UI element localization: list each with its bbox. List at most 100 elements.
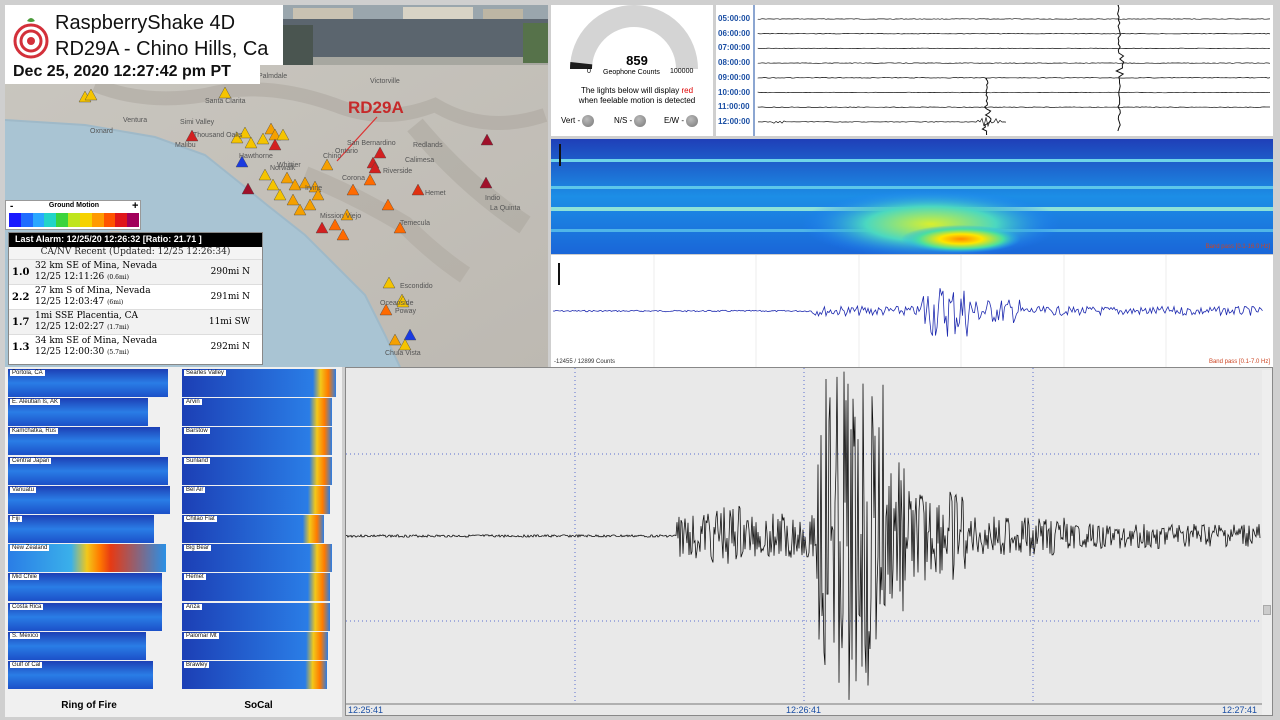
map-city-label: Corona xyxy=(342,175,365,182)
trace-band-label: Band pass [0.1-7.0 Hz] xyxy=(1208,359,1270,365)
station-tile-label: Portola, CA xyxy=(10,370,45,376)
quake-time: 12/25 12:11:26 (0.6mi) xyxy=(35,272,129,282)
station-spectrogram-tile[interactable]: New Zealand xyxy=(8,544,166,573)
legend-swatch xyxy=(9,213,21,227)
station-spectrogram-tile[interactable]: Fiji xyxy=(8,515,154,543)
station-spectrogram-tile[interactable]: Kamchatka, Rus xyxy=(8,427,160,456)
seismogram-scrollbar[interactable] xyxy=(1262,370,1272,715)
quake-magnitude: 1.0 xyxy=(12,267,30,278)
map-city-label: Hawthorne xyxy=(239,153,273,160)
time-label-end: 12:27:41 xyxy=(1222,705,1258,715)
station-spectrogram-tile[interactable]: Hemet xyxy=(182,573,330,602)
station-title: RD29A - Chino Hills, Ca xyxy=(55,38,269,60)
legend-swatch xyxy=(91,213,104,227)
helicorder-row-trace xyxy=(757,106,1270,108)
spectrogram-image xyxy=(551,139,1273,254)
helicorder-hour-label: 10:00:00 xyxy=(718,87,751,97)
quake-distance: 11mi SW xyxy=(208,317,250,327)
socal-title: SoCal xyxy=(244,700,273,711)
gauge-note-line2: when feelable motion is detected xyxy=(578,96,696,105)
helicorder-hour-label: 12:00:00 xyxy=(718,116,751,126)
station-spectrogram-tile[interactable]: Sunland xyxy=(182,456,332,485)
map-city-label: Irvine xyxy=(305,185,323,192)
legend-plus: + xyxy=(132,200,139,212)
seismogram-trace xyxy=(345,368,1272,705)
map-city-label: Ventura xyxy=(123,117,148,124)
seismogram-waveform xyxy=(345,371,1261,700)
station-spectrogram-tile[interactable]: Costa Rica xyxy=(8,602,162,631)
map-city-label: Ontario xyxy=(335,148,358,155)
station-tile-label: Barstow xyxy=(184,428,210,435)
ew-lamp-icon xyxy=(686,115,698,127)
map-city-label: Indio xyxy=(485,195,501,202)
quake-place: 27 km S of Mina, Nevada xyxy=(35,286,151,296)
legend-swatch xyxy=(115,213,128,227)
station-marker-label: RD29A xyxy=(348,98,404,117)
quake-distance: 290mi N xyxy=(210,267,250,277)
station-tile-label: Central Japan xyxy=(10,457,52,464)
map-city-label: Oxnard xyxy=(90,128,113,135)
station-spectrogram-tile[interactable]: Anza xyxy=(182,602,330,631)
legend-title: Ground Motion xyxy=(48,202,100,209)
station-spectrogram-tile[interactable]: Mid Chile xyxy=(8,573,162,602)
quake-row[interactable]: 2.2 27 km S of Mina, Nevada 12/25 12:03:… xyxy=(9,284,262,309)
station-spectrogram-tile[interactable]: Vanuatu xyxy=(8,485,170,514)
legend-swatch xyxy=(32,213,45,227)
quake-row[interactable]: 1.7 1mi SSE Placentia, CA 12/25 12:02:27… xyxy=(9,309,262,334)
station-spectrogram-tile[interactable]: Barstow xyxy=(182,427,332,456)
station-spectrogram-tile[interactable]: Bel Air xyxy=(182,485,330,514)
gauge-note-line1: The lights below will display red xyxy=(580,86,694,95)
quake-magnitude: 1.7 xyxy=(12,317,30,328)
vertical-light: Vert - xyxy=(561,115,595,127)
station-spectrogram-tile[interactable]: Central Japan xyxy=(8,456,168,485)
helicorder-panel: 05:00:00 06:00:00 07:00:00 08:00:00 09:00:00… xyxy=(716,4,1273,136)
legend-swatch xyxy=(68,213,80,227)
recent-quakes-panel: Last Alarm: 12/25/20 12:26:32 [Ratio: 21… xyxy=(8,232,263,365)
map-city-label: Malibu xyxy=(175,142,196,149)
station-tile-label: Hemet xyxy=(184,574,206,581)
gauge-unit: Geophone Counts xyxy=(603,69,660,76)
ground-motion-legend: - Ground Motion + xyxy=(5,200,141,230)
helicorder-row-trace xyxy=(757,117,1007,128)
helicorder-hour-label: 08:00:00 xyxy=(718,58,751,68)
station-spectrogram-tile[interactable]: Gulf of Cal xyxy=(8,661,153,689)
station-tile-label: Costa Rica xyxy=(10,603,44,610)
helicorder-row-trace xyxy=(757,18,1271,20)
legend-swatch xyxy=(44,213,57,227)
station-tile-label: E. Aleutian Is, AK xyxy=(10,399,61,406)
station-spectrogram-tile[interactable]: Big Bear xyxy=(182,544,332,573)
quake-magnitude: 2.2 xyxy=(12,292,30,303)
station-spectrogram-tile[interactable]: S. Mexico xyxy=(8,631,146,660)
map-city-label: Palmdale xyxy=(258,73,288,80)
map-city-label: La Quinta xyxy=(490,205,521,212)
station-tile-label: New Zealand xyxy=(10,545,50,552)
title-card: RaspberryShake 4D RD29A - Chino Hills, C… xyxy=(5,5,283,65)
station-spectrogram-tile[interactable]: Searles Valley xyxy=(182,369,336,397)
station-tile-label: Palomar Mt xyxy=(184,632,219,639)
station-spectrogram-tile[interactable]: Portola, CA xyxy=(8,369,168,397)
station-spectrogram-tile[interactable]: Arvin xyxy=(182,398,332,427)
map-city-label: Poway xyxy=(395,308,417,315)
current-datetime: Dec 25, 2020 12:27:42 pm PT xyxy=(5,62,260,84)
station-spectrogram-tile[interactable]: E. Aleutian Is, AK xyxy=(8,398,148,427)
scrollbar-thumb[interactable] xyxy=(1263,605,1271,615)
quake-magnitude: 1.3 xyxy=(12,342,30,353)
map-city-label: Riverside xyxy=(383,168,413,175)
station-spectrogram-tile[interactable]: Brawley xyxy=(182,661,327,689)
map-city-label: Chula Vista xyxy=(385,350,421,357)
spectrogram-band-label: Band pass [0.1-16.0 Hz] xyxy=(1205,244,1270,250)
station-tile-label: Big Bear xyxy=(184,545,212,552)
quake-row[interactable]: 1.3 34 km SE of Mina, Nevada 12/25 12:00… xyxy=(9,334,262,359)
helicorder-row-trace xyxy=(757,91,1271,94)
quake-row[interactable]: 1.0 32 km SE of Mina, Nevada 12/25 12:11… xyxy=(9,259,262,284)
spectrogram-panel: Band pass [0.1-16.0 Hz] xyxy=(551,139,1273,254)
station-tile-label: Kamchatka, Rus xyxy=(10,428,59,435)
station-spectrogram-tile[interactable]: Chilao Flat xyxy=(182,515,324,543)
helicorder-hour-label: 11:00:00 xyxy=(718,102,750,112)
helicorder-hour-label: 07:00:00 xyxy=(718,43,751,53)
station-spectrogram-tile[interactable]: Palomar Mt xyxy=(182,631,328,660)
legend-color-scale xyxy=(9,213,139,227)
trace-waveform xyxy=(552,288,1263,337)
map-city-label: Santa Clarita xyxy=(205,98,246,105)
map-city-label: Mission Viejo xyxy=(320,213,362,220)
